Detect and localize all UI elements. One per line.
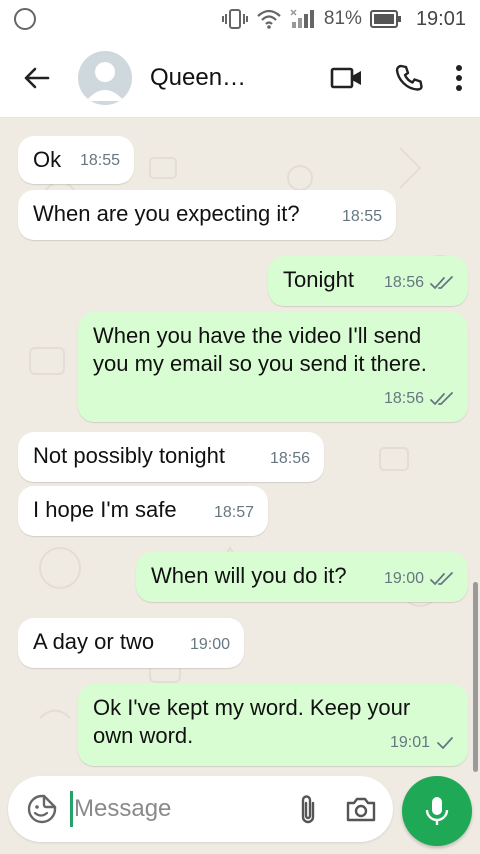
more-vert-icon (456, 64, 462, 91)
text-caret (70, 791, 73, 827)
message-bubble[interactable]: When will you do it? 19:00 (136, 552, 468, 602)
contact-name[interactable]: Queen… (150, 64, 260, 92)
back-button[interactable] (16, 58, 56, 98)
double-check-icon (430, 572, 453, 586)
message-bubble[interactable]: When you have the video I'll send you my… (78, 312, 468, 422)
sticker-icon (27, 794, 57, 824)
message-bubble[interactable]: Tonight 18:56 (268, 256, 468, 306)
message-meta: 18:56 (384, 385, 454, 413)
chat-area[interactable]: Ok 18:55 When are you expecting it? 18:5… (0, 118, 480, 774)
status-bar: 81% 19:01 (0, 0, 480, 38)
message-bubble[interactable]: Ok I've kept my word. Keep your own word… (78, 684, 468, 766)
message-time: 18:56 (269, 450, 310, 467)
status-time: 19:01 (415, 7, 466, 30)
voice-call-button[interactable] (394, 63, 424, 93)
back-arrow-icon (24, 67, 50, 88)
mic-icon (425, 797, 449, 825)
phone-icon (395, 64, 423, 91)
chat-scrollbar[interactable] (473, 582, 478, 772)
message-bubble[interactable]: When are you expecting it? 18:55 (18, 190, 396, 240)
battery-percent: 81% (323, 8, 362, 29)
double-check-icon (430, 276, 453, 290)
message-input[interactable]: Message (70, 789, 297, 829)
message-bubble[interactable]: Not possibly tonight 18:56 (18, 432, 324, 482)
camera-button[interactable] (345, 795, 377, 823)
video-call-icon (330, 67, 361, 88)
battery-icon (369, 9, 402, 29)
message-meta: 19:01 (390, 729, 454, 757)
message-text: Not possibly tonight (33, 443, 225, 468)
message-time: 18:55 (79, 152, 120, 169)
check-icon (437, 737, 453, 750)
camera-icon (346, 797, 376, 822)
message-composer: Message (8, 776, 393, 842)
wifi-icon (256, 8, 282, 30)
attach-button[interactable] (297, 793, 319, 825)
more-options-button[interactable] (454, 64, 464, 92)
paperclip-icon (301, 795, 315, 824)
double-check-icon (430, 392, 453, 406)
status-right-group: 81% 19:01 (221, 7, 466, 31)
message-time: 18:56 (383, 274, 424, 291)
message-meta: 18:56 (384, 269, 454, 297)
message-meta: 19:00 (384, 565, 454, 593)
avatar-icon (86, 61, 124, 101)
message-text: When are you expecting it? (33, 201, 300, 226)
message-time: 19:00 (189, 636, 230, 653)
voice-record-button[interactable] (402, 776, 472, 846)
avatar[interactable] (78, 50, 132, 105)
vibrate-icon (221, 8, 248, 30)
message-bubble[interactable]: A day or two 19:00 (18, 618, 244, 668)
message-bubble[interactable]: I hope I'm safe 18:57 (18, 486, 268, 536)
message-bubble[interactable]: Ok 18:55 (18, 136, 134, 184)
message-text: When you have the video I'll send you my… (93, 323, 427, 376)
sticker-button[interactable] (26, 793, 58, 825)
message-time: 18:57 (213, 504, 254, 521)
message-time: 19:01 (389, 734, 430, 751)
message-time: 18:55 (341, 208, 382, 225)
video-call-button[interactable] (330, 66, 364, 90)
signal-icon (290, 8, 316, 30)
header-actions (330, 63, 464, 93)
message-placeholder: Message (74, 795, 172, 822)
message-time: 19:00 (383, 570, 424, 587)
status-circle-icon (14, 8, 36, 30)
message-time: 18:56 (383, 390, 424, 407)
chat-header: Queen… (0, 38, 480, 118)
